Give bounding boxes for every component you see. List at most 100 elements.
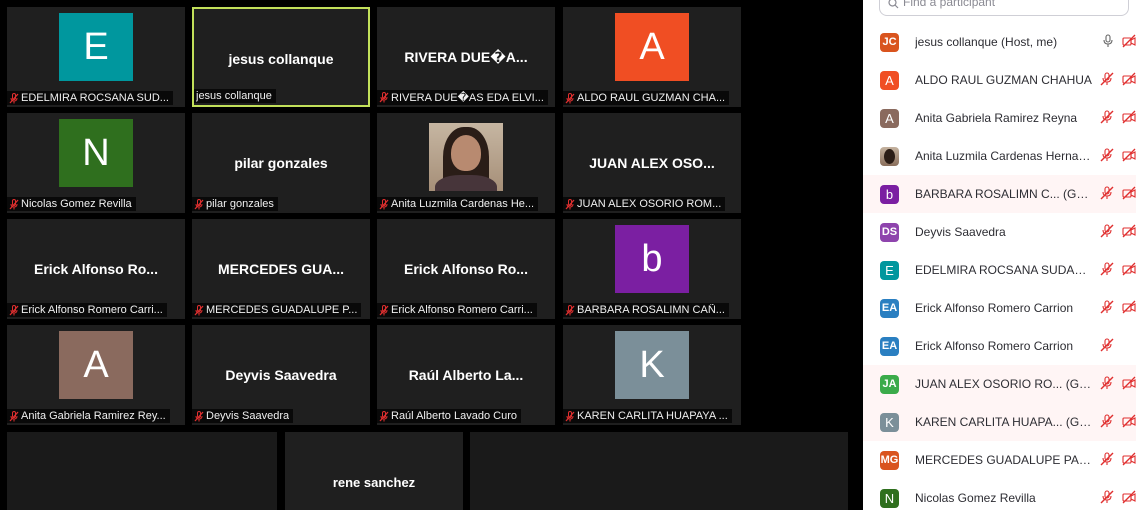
tile-name-text: KAREN CARLITA HUAPAYA ... bbox=[577, 410, 728, 422]
participant-row[interactable]: N Nicolas Gomez Revilla bbox=[863, 479, 1136, 510]
participant-controls bbox=[1100, 338, 1136, 352]
tile-name-label: Nicolas Gomez Revilla bbox=[7, 197, 136, 211]
participant-avatar: EA bbox=[880, 298, 899, 318]
mic-icon[interactable] bbox=[1102, 34, 1114, 48]
video-tile[interactable]: pilar gonzales pilar gonzales bbox=[192, 113, 370, 213]
tile-name-text: Anita Luzmila Cardenas He... bbox=[391, 198, 535, 210]
participant-controls bbox=[1100, 148, 1136, 162]
empty-area-right bbox=[470, 432, 848, 510]
tile-name-text: BARBARA ROSALIMN CAÑ... bbox=[577, 304, 725, 316]
mic-muted-icon bbox=[9, 198, 19, 209]
participant-search[interactable] bbox=[879, 0, 1129, 16]
participant-controls bbox=[1100, 186, 1136, 200]
video-off-icon[interactable] bbox=[1122, 376, 1136, 390]
participant-row[interactable]: EA Erick Alfonso Romero Carrion bbox=[863, 327, 1136, 365]
participant-row[interactable]: E EDELMIRA ROCSANA SUDARIO... bbox=[863, 251, 1136, 289]
tile-name-text: Deyvis Saavedra bbox=[206, 410, 290, 422]
mic-muted-icon[interactable] bbox=[1100, 452, 1114, 466]
mic-muted-icon bbox=[565, 198, 575, 209]
tile-name-label: ALDO RAUL GUZMAN CHA... bbox=[563, 91, 730, 105]
video-off-icon[interactable] bbox=[1122, 414, 1136, 428]
mic-muted-icon bbox=[379, 92, 389, 103]
participant-avatar: JA bbox=[880, 374, 899, 394]
mic-muted-icon[interactable] bbox=[1100, 72, 1114, 86]
video-off-icon[interactable] bbox=[1122, 300, 1136, 314]
participant-row[interactable]: b BARBARA ROSALIMN C... (Guest) bbox=[863, 175, 1136, 213]
mic-muted-icon[interactable] bbox=[1100, 110, 1114, 124]
video-off-icon[interactable] bbox=[1122, 110, 1136, 124]
mic-muted-icon[interactable] bbox=[1100, 490, 1114, 504]
tile-name-text: Erick Alfonso Romero Carri... bbox=[21, 304, 163, 316]
video-off-icon[interactable] bbox=[1122, 34, 1136, 48]
video-tile[interactable]: Anita Luzmila Cardenas He... bbox=[377, 113, 555, 213]
tile-name-text: Nicolas Gomez Revilla bbox=[21, 198, 132, 210]
video-tile[interactable]: b BARBARA ROSALIMN CAÑ... bbox=[563, 219, 741, 319]
participant-row[interactable]: Anita Luzmila Cardenas Hernan... bbox=[863, 137, 1136, 175]
video-tile[interactable]: Deyvis Saavedra Deyvis Saavedra bbox=[192, 325, 370, 425]
participant-avatar: A bbox=[880, 70, 899, 90]
tile-name-label: jesus collanque bbox=[194, 89, 276, 103]
mic-muted-icon[interactable] bbox=[1100, 224, 1114, 238]
participant-row[interactable]: A ALDO RAUL GUZMAN CHAHUA bbox=[863, 61, 1136, 99]
participant-row[interactable]: K KAREN CARLITA HUAPA... (Guest) bbox=[863, 403, 1136, 441]
empty-area-left bbox=[7, 432, 277, 510]
tile-avatar: A bbox=[59, 331, 133, 399]
video-tile[interactable]: Erick Alfonso Ro... Erick Alfonso Romero … bbox=[377, 219, 555, 319]
tile-name-text: RIVERA DUE�AS EDA ELVI... bbox=[391, 92, 544, 104]
video-tile[interactable]: N Nicolas Gomez Revilla bbox=[7, 113, 185, 213]
video-off-icon[interactable] bbox=[1122, 490, 1136, 504]
video-off-icon[interactable] bbox=[1122, 262, 1136, 276]
mic-muted-icon[interactable] bbox=[1100, 300, 1114, 314]
tile-display-name: pilar gonzales bbox=[234, 155, 328, 171]
participant-avatar: JC bbox=[880, 32, 899, 52]
video-tile[interactable]: Erick Alfonso Ro... Erick Alfonso Romero … bbox=[7, 219, 185, 319]
mic-muted-icon[interactable] bbox=[1100, 338, 1114, 352]
participant-row[interactable]: A Anita Gabriela Ramirez Reyna bbox=[863, 99, 1136, 137]
participant-avatar: DS bbox=[880, 222, 899, 242]
mic-muted-icon[interactable] bbox=[1100, 186, 1114, 200]
tile-avatar: E bbox=[59, 13, 133, 81]
video-off-icon[interactable] bbox=[1122, 148, 1136, 162]
mic-muted-icon[interactable] bbox=[1100, 376, 1114, 390]
video-off-icon[interactable] bbox=[1122, 452, 1136, 466]
tile-name-label: Deyvis Saavedra bbox=[192, 409, 294, 423]
participant-row[interactable]: JC jesus collanque (Host, me) bbox=[863, 23, 1136, 61]
video-tile[interactable]: Raúl Alberto La... Raúl Alberto Lavado Cu… bbox=[377, 325, 555, 425]
participant-avatar: A bbox=[880, 108, 899, 128]
mic-muted-icon[interactable] bbox=[1100, 414, 1114, 428]
search-input[interactable] bbox=[903, 0, 1103, 9]
participant-name: Erick Alfonso Romero Carrion bbox=[915, 339, 1074, 353]
mic-muted-icon bbox=[379, 304, 389, 315]
video-tile[interactable]: MERCEDES GUA... MERCEDES GUADALUPE P... bbox=[192, 219, 370, 319]
video-off-icon[interactable] bbox=[1122, 72, 1136, 86]
video-off-icon[interactable] bbox=[1122, 224, 1136, 238]
mic-muted-icon bbox=[565, 304, 575, 315]
video-tile[interactable]: A ALDO RAUL GUZMAN CHA... bbox=[563, 7, 741, 107]
participant-row[interactable]: EA Erick Alfonso Romero Carrion bbox=[863, 289, 1136, 327]
video-tile[interactable]: A Anita Gabriela Ramirez Rey... bbox=[7, 325, 185, 425]
video-tile[interactable]: JUAN ALEX OSO... JUAN ALEX OSORIO ROM... bbox=[563, 113, 741, 213]
participant-controls bbox=[1100, 490, 1136, 504]
mic-muted-icon bbox=[565, 92, 575, 103]
participant-row[interactable]: DS Deyvis Saavedra bbox=[863, 213, 1136, 251]
participant-name: ALDO RAUL GUZMAN CHAHUA bbox=[915, 73, 1092, 87]
tile-name-label: BARBARA ROSALIMN CAÑ... bbox=[563, 303, 729, 317]
mic-muted-icon[interactable] bbox=[1100, 148, 1114, 162]
participant-controls bbox=[1100, 262, 1136, 276]
participant-controls bbox=[1100, 110, 1136, 124]
video-tile[interactable]: jesus collanque jesus collanque bbox=[192, 7, 370, 107]
tile-avatar: b bbox=[615, 225, 689, 293]
video-tile[interactable]: E EDELMIRA ROCSANA SUD... bbox=[7, 7, 185, 107]
tile-display-name: Erick Alfonso Ro... bbox=[404, 261, 528, 277]
tile-name-label: pilar gonzales bbox=[192, 197, 278, 211]
participant-row[interactable]: MG MERCEDES GUADALUPE PALO... bbox=[863, 441, 1136, 479]
video-tile[interactable]: RIVERA DUE�A... RIVERA DUE�AS EDA ELVI... bbox=[377, 7, 555, 107]
tile-name-label: MERCEDES GUADALUPE P... bbox=[192, 303, 362, 317]
participant-name: Erick Alfonso Romero Carrion bbox=[915, 301, 1074, 315]
video-tile-rene-sanchez[interactable]: rene sanchez bbox=[285, 432, 463, 510]
participant-row[interactable]: JA JUAN ALEX OSORIO RO... (Guest) bbox=[863, 365, 1136, 403]
tile-name-label: Anita Luzmila Cardenas He... bbox=[377, 197, 539, 211]
video-tile[interactable]: K KAREN CARLITA HUAPAYA ... bbox=[563, 325, 741, 425]
mic-muted-icon[interactable] bbox=[1100, 262, 1114, 276]
video-off-icon[interactable] bbox=[1122, 186, 1136, 200]
